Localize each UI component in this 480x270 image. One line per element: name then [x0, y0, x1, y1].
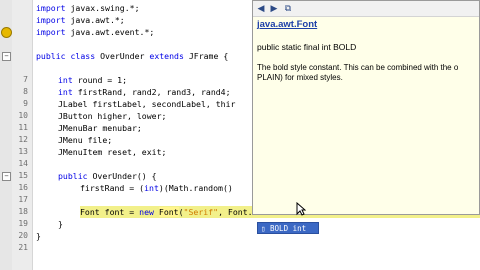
line-number: 12 [18, 135, 28, 144]
fold-toggle-icon[interactable]: − [2, 52, 11, 61]
javadoc-signature: public static final int BOLD [257, 42, 357, 52]
code-token: int [58, 75, 73, 85]
code-token: extends [149, 51, 184, 61]
code-line[interactable]: int firstRand, rand2, rand3, rand4; [58, 86, 231, 98]
completion-item-label: BOLD int [270, 224, 307, 233]
code-token: JLabel firstLabel, secondLabel, thir [58, 99, 236, 109]
code-token: firstRand, rand2, rand3, rand4; [72, 87, 231, 97]
line-number: 18 [18, 207, 28, 216]
warning-icon[interactable] [1, 27, 12, 38]
line-number: 17 [18, 195, 28, 204]
code-token: import [36, 15, 66, 25]
fold-toggle-icon[interactable]: − [2, 172, 11, 181]
code-token: JMenu file; [58, 135, 113, 145]
code-token: OverUnder [95, 51, 150, 61]
line-number: 20 [18, 231, 28, 240]
code-token: OverUnder() { [87, 171, 157, 181]
javadoc-toolbar: ◀ ▶ ⧉ [253, 1, 479, 17]
line-number: 11 [18, 123, 28, 132]
line-number: 16 [18, 183, 28, 192]
code-token: round = 1; [72, 75, 128, 85]
code-token: JButton higher, lower; [58, 111, 167, 121]
code-token: import [36, 3, 66, 13]
completion-item[interactable]: ▯ BOLD int [257, 222, 319, 234]
forward-arrow-icon[interactable]: ▶ [269, 3, 279, 13]
line-number: 21 [18, 243, 28, 252]
line-number: 15 [18, 171, 28, 180]
code-line[interactable]: } [58, 218, 63, 230]
code-token: Font font = [80, 207, 140, 217]
line-number-gutter: 7 8 9 10 11 12 13 14 15 16 17 18 19 20 21 − − [0, 0, 33, 270]
code-token: public [58, 171, 88, 181]
line-number: 14 [18, 159, 28, 168]
code-line[interactable]: JButton higher, lower; [58, 110, 166, 122]
code-token: )(Math.random() [158, 183, 233, 193]
line-number: 7 [23, 75, 28, 84]
code-token: int [58, 87, 73, 97]
code-line[interactable]: int round = 1; [58, 74, 127, 86]
code-line[interactable]: JLabel firstLabel, secondLabel, thir [58, 98, 235, 110]
code-line[interactable]: import java.awt.event.*; [36, 26, 154, 38]
line-number: 9 [23, 99, 28, 108]
line-number: 10 [18, 111, 28, 120]
code-token: int [144, 183, 159, 193]
code-token: firstRand = ( [80, 183, 145, 193]
code-token: java.awt.*; [65, 15, 125, 25]
code-token: "Serif" [183, 207, 219, 217]
line-number: 13 [18, 147, 28, 156]
mouse-pointer-icon [296, 202, 306, 216]
code-line[interactable]: } [36, 230, 41, 242]
back-arrow-icon[interactable]: ◀ [256, 3, 266, 13]
code-token: javax.swing.*; [65, 3, 140, 13]
code-line[interactable]: public OverUnder() { [58, 170, 157, 182]
field-icon: ▯ [261, 224, 266, 233]
code-token: public class [36, 51, 96, 61]
code-token: Font [158, 207, 179, 217]
code-line[interactable]: import java.awt.*; [36, 14, 125, 26]
marker-column [0, 0, 12, 270]
code-token: } [36, 231, 41, 241]
line-number: 19 [18, 219, 28, 228]
code-token: java.awt.event.*; [65, 27, 155, 37]
code-token: JFrame { [183, 51, 229, 61]
code-line[interactable]: JMenuBar menubar; [58, 122, 142, 134]
javadoc-popup: ◀ ▶ ⧉ java.awt.Font public static final … [252, 0, 480, 215]
javadoc-title[interactable]: java.awt.Font [257, 19, 317, 30]
line-number: 8 [23, 87, 28, 96]
javadoc-description: The bold style constant. This can be com… [257, 63, 459, 82]
code-line[interactable]: JMenuItem reset, exit; [58, 146, 166, 158]
code-line[interactable]: firstRand = (int)(Math.random() [80, 182, 233, 194]
code-token: JMenuBar menubar; [58, 123, 142, 133]
code-token: import [36, 27, 66, 37]
code-line[interactable]: public class OverUnder extends JFrame { [36, 50, 228, 62]
code-line[interactable]: import javax.swing.*; [36, 2, 140, 14]
code-token: JMenuItem reset, exit; [58, 147, 167, 157]
code-token: new [139, 207, 154, 217]
code-line[interactable]: JMenu file; [58, 134, 112, 146]
code-token: } [58, 219, 63, 229]
open-in-browser-icon[interactable]: ⧉ [283, 3, 293, 13]
